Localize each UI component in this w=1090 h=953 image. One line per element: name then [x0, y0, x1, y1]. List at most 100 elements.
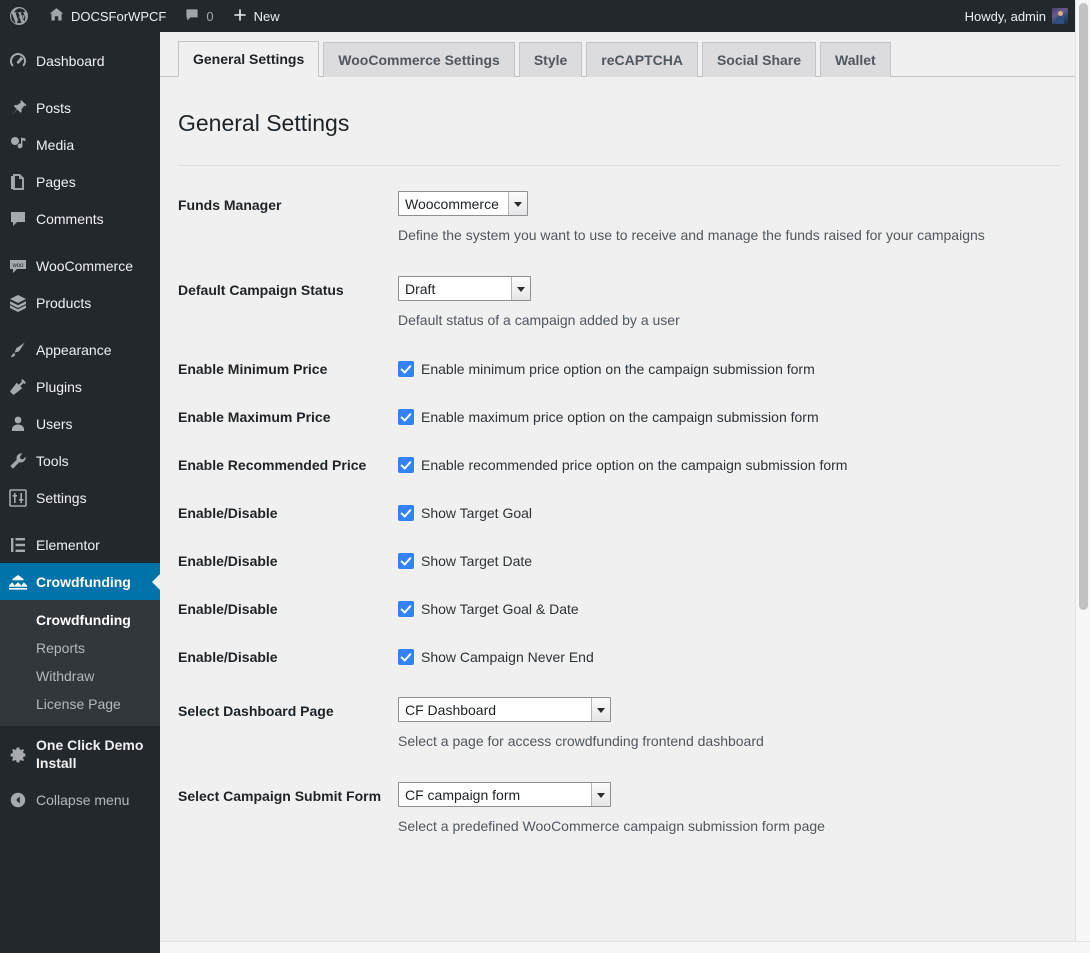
vertical-scrollbar-thumb[interactable]: [1079, 3, 1088, 610]
show-campaign-never-end-checkbox[interactable]: [398, 649, 414, 665]
collapse-arrow-icon: [0, 790, 36, 809]
row-default-campaign-status: Default Campaign Status Draft Default st…: [178, 261, 1060, 346]
wp-logo-button[interactable]: [0, 0, 39, 32]
funds-manager-select-wrap: Woocommerce: [398, 191, 528, 216]
sidebar-item-one-click-demo-install[interactable]: One Click Demo Install: [0, 726, 160, 782]
row-enable-maximum-price: Enable Maximum Price Enable maximum pric…: [178, 394, 1060, 442]
label-funds-manager: Funds Manager: [178, 197, 282, 213]
sidebar-item-label: Dashboard: [36, 52, 105, 69]
label-enable-recommended-price: Enable Recommended Price: [178, 457, 367, 473]
row-show-target-date: Enable/Disable Show Target Date: [178, 538, 1060, 586]
sidebar-item-plugins[interactable]: Plugins: [0, 368, 160, 405]
sidebar-item-label: Media: [36, 136, 75, 153]
show-target-goal-checkbox-row[interactable]: Show Target Goal: [398, 504, 532, 522]
home-icon: [48, 6, 65, 26]
new-content-label: New: [253, 8, 280, 24]
sidebar-item-crowdfunding[interactable]: Crowdfunding: [0, 563, 160, 600]
tab-social-share[interactable]: Social Share: [701, 42, 817, 77]
sidebar-item-posts[interactable]: Posts: [0, 89, 160, 126]
submenu-item-withdraw[interactable]: Withdraw: [0, 662, 160, 690]
show-target-goal-checkbox[interactable]: [398, 505, 414, 521]
enable-recommended-price-checkbox-label: Enable recommended price option on the c…: [421, 457, 848, 473]
vertical-scrollbar[interactable]: [1075, 0, 1090, 941]
svg-text:woo: woo: [11, 263, 24, 269]
enable-recommended-price-checkbox[interactable]: [398, 457, 414, 473]
sidebar-item-settings[interactable]: Settings: [0, 479, 160, 516]
sidebar-item-users[interactable]: Users: [0, 405, 160, 442]
default-campaign-status-select[interactable]: Draft: [398, 276, 531, 301]
select-campaign-submit-form-select[interactable]: CF campaign form: [398, 782, 611, 807]
site-name-label: DOCSForWPCF: [71, 8, 167, 24]
sidebar-item-appearance[interactable]: Appearance: [0, 331, 160, 368]
sidebar-item-dashboard[interactable]: Dashboard: [0, 42, 160, 79]
tab-woocommerce-settings[interactable]: WooCommerce Settings: [323, 42, 515, 77]
row-select-campaign-submit-form: Select Campaign Submit Form CF campaign …: [178, 767, 1060, 852]
sidebar-item-elementor[interactable]: Elementor: [0, 526, 160, 563]
select-dashboard-page-select[interactable]: CF Dashboard: [398, 697, 611, 722]
sidebar-item-woocommerce[interactable]: woo WooCommerce: [0, 247, 160, 284]
submenu-item-reports[interactable]: Reports: [0, 634, 160, 662]
show-target-goal-checkbox-label: Show Target Goal: [421, 505, 533, 521]
sidebar-item-products[interactable]: Products: [0, 284, 160, 321]
sidebar-item-comments[interactable]: Comments: [0, 200, 160, 237]
tab-recaptcha[interactable]: reCAPTCHA: [586, 42, 698, 77]
menu-separator-3: [0, 321, 160, 331]
show-target-goal-date-checkbox-row[interactable]: Show Target Goal & Date: [398, 600, 579, 618]
new-content-button[interactable]: New: [223, 0, 289, 32]
select-dashboard-page-wrap: CF Dashboard: [398, 697, 611, 722]
row-show-campaign-never-end: Enable/Disable Show Campaign Never End: [178, 634, 1060, 682]
enable-maximum-price-checkbox[interactable]: [398, 409, 414, 425]
enable-minimum-price-checkbox-row[interactable]: Enable minimum price option on the campa…: [398, 360, 815, 378]
collapse-menu-label: Collapse menu: [36, 791, 130, 808]
funds-manager-description: Define the system you want to use to rec…: [398, 227, 985, 243]
show-target-date-checkbox[interactable]: [398, 553, 414, 569]
comments-count: 0: [206, 8, 214, 24]
submenu-item-crowdfunding[interactable]: Crowdfunding: [0, 606, 160, 634]
row-funds-manager: Funds Manager Woocommerce Define the sys…: [178, 176, 1060, 261]
show-target-date-checkbox-row[interactable]: Show Target Date: [398, 552, 532, 570]
horizontal-scrollbar-sidebar-cap: [0, 941, 160, 953]
sidebar-item-label: Tools: [36, 452, 69, 469]
menu-separator-4: [0, 516, 160, 526]
show-target-goal-date-checkbox-label: Show Target Goal & Date: [421, 601, 579, 617]
title-divider: [178, 165, 1060, 166]
pin-icon: [0, 97, 36, 118]
show-target-goal-date-checkbox[interactable]: [398, 601, 414, 617]
woocommerce-icon: woo: [0, 255, 36, 276]
label-enable-maximum-price: Enable Maximum Price: [178, 409, 331, 425]
sidebar-item-tools[interactable]: Tools: [0, 442, 160, 479]
label-default-campaign-status: Default Campaign Status: [178, 282, 344, 298]
sidebar-item-label: Settings: [36, 489, 87, 506]
row-enable-recommended-price: Enable Recommended Price Enable recommen…: [178, 442, 1060, 490]
enable-minimum-price-checkbox[interactable]: [398, 361, 414, 377]
comment-bubble-icon: [184, 7, 200, 26]
site-name-button[interactable]: DOCSForWPCF: [39, 0, 175, 32]
label-select-dashboard-page: Select Dashboard Page: [178, 703, 334, 719]
enable-recommended-price-checkbox-row[interactable]: Enable recommended price option on the c…: [398, 456, 847, 474]
media-icon: [0, 134, 36, 155]
label-show-target-date: Enable/Disable: [178, 553, 278, 569]
tab-general-settings[interactable]: General Settings: [178, 41, 320, 77]
tools-wrench-icon: [0, 450, 36, 471]
sidebar-item-pages[interactable]: Pages: [0, 163, 160, 200]
sidebar-item-label: Posts: [36, 99, 72, 116]
sidebar-item-label: WooCommerce: [36, 257, 133, 274]
collapse-menu-button[interactable]: Collapse menu: [0, 782, 160, 817]
sidebar-item-media[interactable]: Media: [0, 126, 160, 163]
tab-wallet[interactable]: Wallet: [820, 42, 891, 77]
sidebar-item-label: Pages: [36, 173, 76, 190]
submenu-item-license-page[interactable]: License Page: [0, 690, 160, 718]
comments-bubble-button[interactable]: 0: [175, 0, 222, 32]
label-show-target-goal: Enable/Disable: [178, 505, 278, 521]
tab-style[interactable]: Style: [518, 42, 583, 77]
show-campaign-never-end-checkbox-row[interactable]: Show Campaign Never End: [398, 648, 594, 666]
horizontal-scrollbar[interactable]: [0, 941, 1090, 953]
my-account-button[interactable]: Howdy, admin: [956, 0, 1090, 32]
funds-manager-select[interactable]: Woocommerce: [398, 191, 528, 216]
products-box-icon: [0, 292, 36, 313]
wordpress-logo-icon: [9, 6, 29, 26]
general-settings-form-table: Funds Manager Woocommerce Define the sys…: [178, 176, 1060, 852]
enable-maximum-price-checkbox-row[interactable]: Enable maximum price option on the campa…: [398, 408, 819, 426]
label-select-campaign-submit-form: Select Campaign Submit Form: [178, 788, 382, 804]
howdy-label: Howdy, admin: [964, 8, 1046, 24]
